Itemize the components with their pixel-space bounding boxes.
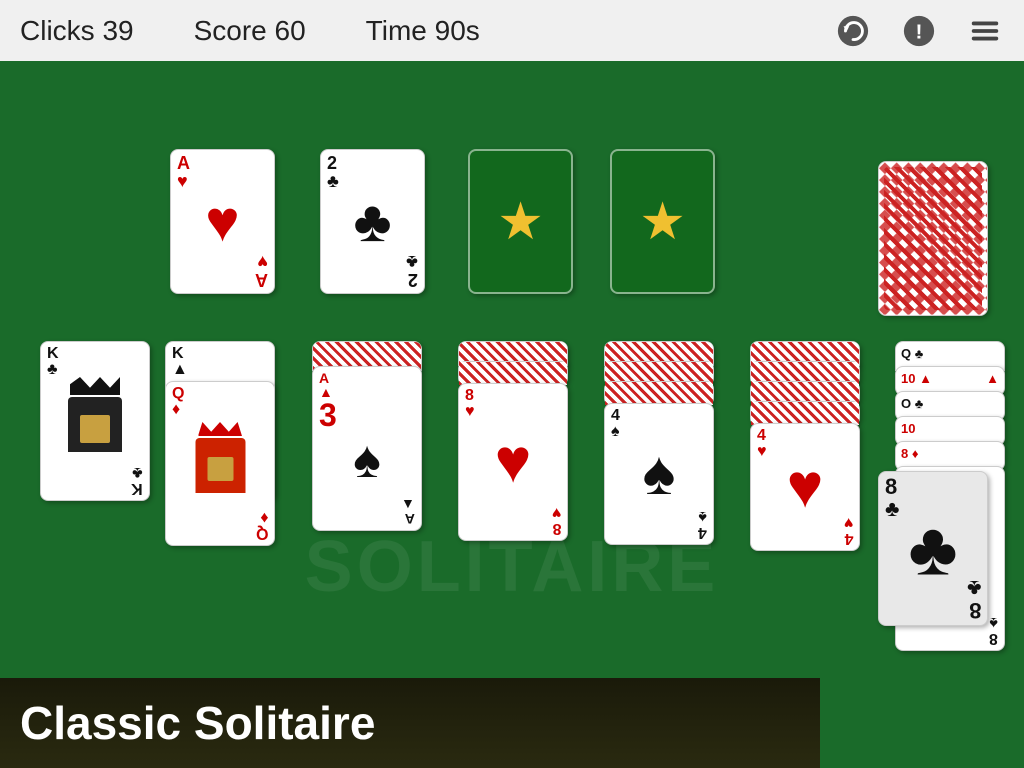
svg-text:!: ! [916, 20, 923, 43]
card-suit-center: ♠ [643, 443, 676, 505]
card-4-spades[interactable]: 4♠ ♠ 4♠ [604, 403, 714, 545]
card-rank-bottom: 8♥ [552, 504, 562, 536]
star-icon: ★ [497, 192, 544, 252]
card-rank-bottom: K♣ [131, 464, 143, 496]
card-suit-center: ♣ [353, 193, 391, 251]
card-rank-bottom: A♥ [255, 253, 268, 289]
undo-icon[interactable] [834, 12, 872, 50]
foundation-slot-1[interactable]: ★ [468, 149, 573, 294]
card-queen-diamonds[interactable]: Q♦ Q♦ [165, 381, 275, 546]
card-king-clubs[interactable]: K♣ K♣ [40, 341, 150, 501]
card-rank-top: K♣ [47, 346, 59, 378]
card-rank-top: 8♣ [885, 476, 899, 520]
warning-icon[interactable]: ! [900, 12, 938, 50]
card-rank-top: A▲ [319, 371, 333, 399]
card-rank-top: 2♣ [327, 154, 339, 190]
card-suit-center: ♥ [205, 193, 239, 251]
game-banner: Classic Solitaire [0, 678, 820, 768]
card-rank-bottom: A▲ [401, 498, 415, 526]
card-rank-top: A♥ [177, 154, 190, 190]
menu-icon[interactable] [966, 12, 1004, 50]
banner-text: Classic Solitaire [20, 696, 375, 750]
foundation-slot-2[interactable]: ★ [610, 149, 715, 294]
card-rank-bottom: 8♣ [967, 577, 981, 621]
score-stat: Score 60 [194, 15, 306, 47]
card-col3-face[interactable]: A▲ 3 ♠ A▲ [312, 366, 422, 531]
card-rank-bottom: 4♠ [698, 508, 707, 540]
card-4-hearts[interactable]: 4♥ ♥ 4♥ [750, 423, 860, 551]
draw-pile[interactable] [878, 161, 988, 316]
card-suit-center: ♥ [495, 431, 532, 493]
header: Clicks 39 Score 60 Time 90s ! [0, 0, 1024, 61]
card-rank-top: 8♥ [465, 388, 475, 420]
card-rank-top: K▲ [172, 346, 188, 378]
card-rank-top: 4♠ [611, 408, 620, 440]
card-suit-center: ♥ [787, 456, 824, 518]
card-rank-top: 4♥ [757, 428, 767, 460]
card-2-clubs[interactable]: 2♣ ♣ 2♣ [320, 149, 425, 294]
time-stat: Time 90s [366, 15, 480, 47]
waste-card-8-clubs[interactable]: 8♣ ♣ 8♣ [878, 471, 988, 626]
card-rank-bottom: Q♦ [256, 509, 268, 541]
card-rank-bottom: 8♠ [989, 614, 998, 646]
card-rank-top: Q♦ [172, 386, 184, 418]
star-icon: ★ [639, 192, 686, 252]
card-8-hearts[interactable]: 8♥ ♥ 8♥ [458, 383, 568, 541]
card-rank-bottom: 2♣ [406, 253, 418, 289]
card-suit-center: ♣ [908, 511, 957, 586]
header-icons: ! [834, 12, 1004, 50]
game-area: SOLITAIRE ★ ★ A♥ ♥ A♥ 2♣ ♣ 2♣ K♣ K♣ K▲ [0, 61, 1024, 768]
card-rank-bottom: 4♥ [844, 514, 854, 546]
card-ace-hearts[interactable]: A♥ ♥ A♥ [170, 149, 275, 294]
clicks-stat: Clicks 39 [20, 15, 134, 47]
